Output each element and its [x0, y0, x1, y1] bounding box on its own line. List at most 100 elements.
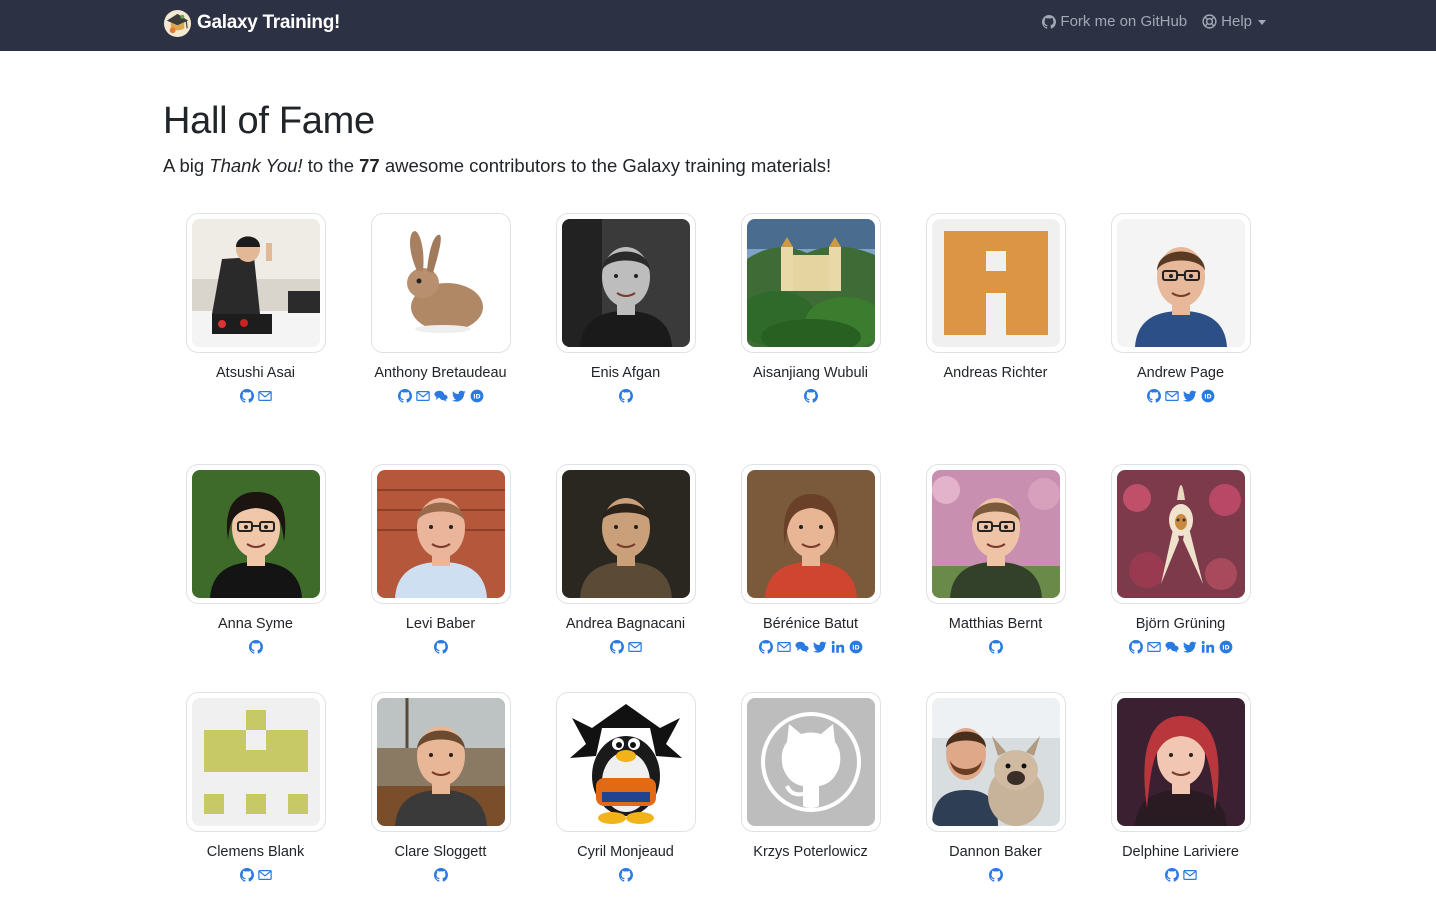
avatar: [1116, 219, 1245, 347]
email-link[interactable]: [776, 640, 791, 655]
twitter-link[interactable]: [812, 640, 827, 655]
github-link[interactable]: [803, 389, 818, 404]
svg-text:iD: iD: [1204, 393, 1211, 400]
contributor-card: Clare Sloggett: [348, 692, 533, 883]
help-dropdown[interactable]: Help: [1202, 13, 1266, 30]
contributor-name: Enis Afgan: [590, 365, 661, 381]
email-link[interactable]: [257, 868, 272, 883]
github-link[interactable]: [239, 868, 254, 883]
linkedin-link[interactable]: [1200, 640, 1215, 655]
contributor-avatar-link[interactable]: [1110, 464, 1251, 604]
twitter-link[interactable]: [451, 389, 466, 404]
github-link[interactable]: [758, 640, 773, 655]
life-ring-icon: [1202, 14, 1217, 29]
contributor-links: [163, 388, 348, 404]
contributor-card: Andreas Richter: [903, 213, 1088, 404]
contributor-avatar-link[interactable]: [370, 464, 511, 604]
twitter-link[interactable]: [1182, 389, 1197, 404]
github-link[interactable]: [1164, 868, 1179, 883]
orcid-link[interactable]: iD: [848, 640, 863, 655]
github-icon: [803, 389, 818, 403]
fork-github-link[interactable]: Fork me on GitHub: [1042, 13, 1187, 30]
contributor-avatar-link[interactable]: [740, 213, 881, 353]
github-link[interactable]: [239, 389, 254, 404]
contributor-name: Krzys Poterlowicz: [753, 844, 868, 860]
brand-link[interactable]: Galaxy Training!: [163, 8, 340, 38]
twitter-link[interactable]: [1182, 640, 1197, 655]
orcid-icon: iD: [470, 389, 483, 403]
github-link[interactable]: [988, 868, 1003, 883]
twitter-icon: [812, 641, 827, 653]
orcid-icon: iD: [1219, 640, 1232, 654]
email-link[interactable]: [627, 640, 642, 655]
github-icon: [248, 640, 263, 654]
contributor-links: iD: [348, 388, 533, 404]
lead-prefix: A big: [163, 155, 210, 176]
contributor-avatar-link[interactable]: [925, 213, 1066, 353]
lead-thank-you: Thank You!: [209, 155, 303, 176]
contributor-avatar-link[interactable]: [1110, 692, 1251, 832]
brand-title: Galaxy Training!: [197, 12, 341, 33]
orcid-link[interactable]: iD: [1218, 640, 1233, 655]
chevron-down-icon: [1258, 19, 1266, 25]
contributor-name: Anthony Bretaudeau: [374, 365, 507, 381]
top-navbar: Galaxy Training! Fork me on GitHub Help: [0, 0, 1436, 51]
contributor-name: Atsushi Asai: [216, 365, 295, 381]
chat-link[interactable]: [433, 389, 448, 404]
github-link[interactable]: [988, 640, 1003, 655]
contributor-avatar-link[interactable]: [1110, 213, 1251, 353]
twitter-icon: [451, 390, 466, 402]
contributor-avatar-link[interactable]: [555, 692, 696, 832]
contributor-name: Andrea Bagnacani: [565, 616, 686, 632]
email-icon: [257, 391, 272, 401]
contributor-avatar-link[interactable]: [185, 213, 326, 353]
contributor-name: Anna Syme: [218, 616, 293, 632]
email-icon: [1146, 642, 1161, 652]
email-link[interactable]: [1182, 868, 1197, 883]
contributor-avatar-link[interactable]: [185, 464, 326, 604]
chat-link[interactable]: [794, 640, 809, 655]
contributor-links: [903, 388, 1088, 404]
svg-text:iD: iD: [473, 393, 480, 400]
contributor-avatar-link[interactable]: [740, 692, 881, 832]
orcid-link[interactable]: iD: [469, 389, 484, 404]
email-icon: [776, 642, 791, 652]
contributor-card: Andrew Page iD: [1088, 213, 1273, 404]
chat-icon: [433, 390, 448, 402]
linkedin-link[interactable]: [830, 640, 845, 655]
github-icon: [433, 640, 448, 654]
contributor-avatar-link[interactable]: [740, 464, 881, 604]
contributor-avatar-link[interactable]: [925, 464, 1066, 604]
contributor-avatar-link[interactable]: [370, 213, 511, 353]
email-link[interactable]: [1146, 640, 1161, 655]
avatar: [376, 219, 505, 347]
contributor-avatar-link[interactable]: [185, 692, 326, 832]
github-link[interactable]: [397, 389, 412, 404]
github-link[interactable]: [433, 640, 448, 655]
contributor-card: Matthias Bernt: [903, 464, 1088, 655]
chat-link[interactable]: [1164, 640, 1179, 655]
github-link[interactable]: [618, 389, 633, 404]
github-icon: [1042, 14, 1057, 29]
contributor-name: Bérénice Batut: [762, 616, 859, 632]
github-link[interactable]: [618, 868, 633, 883]
email-link[interactable]: [1164, 389, 1179, 404]
contributor-avatar-link[interactable]: [555, 464, 696, 604]
contributor-links: [718, 388, 903, 404]
orcid-link[interactable]: iD: [1200, 389, 1215, 404]
email-link[interactable]: [415, 389, 430, 404]
svg-text:iD: iD: [1222, 644, 1229, 651]
chat-icon: [794, 641, 809, 653]
github-link[interactable]: [433, 868, 448, 883]
github-link[interactable]: [1146, 389, 1161, 404]
chat-icon: [1164, 641, 1179, 653]
github-link[interactable]: [1128, 640, 1143, 655]
page-title: Hall of Fame: [163, 100, 375, 142]
github-icon: [239, 868, 254, 882]
contributor-avatar-link[interactable]: [370, 692, 511, 832]
contributor-avatar-link[interactable]: [555, 213, 696, 353]
email-link[interactable]: [257, 389, 272, 404]
github-link[interactable]: [248, 640, 263, 655]
github-link[interactable]: [609, 640, 624, 655]
contributor-avatar-link[interactable]: [925, 692, 1066, 832]
